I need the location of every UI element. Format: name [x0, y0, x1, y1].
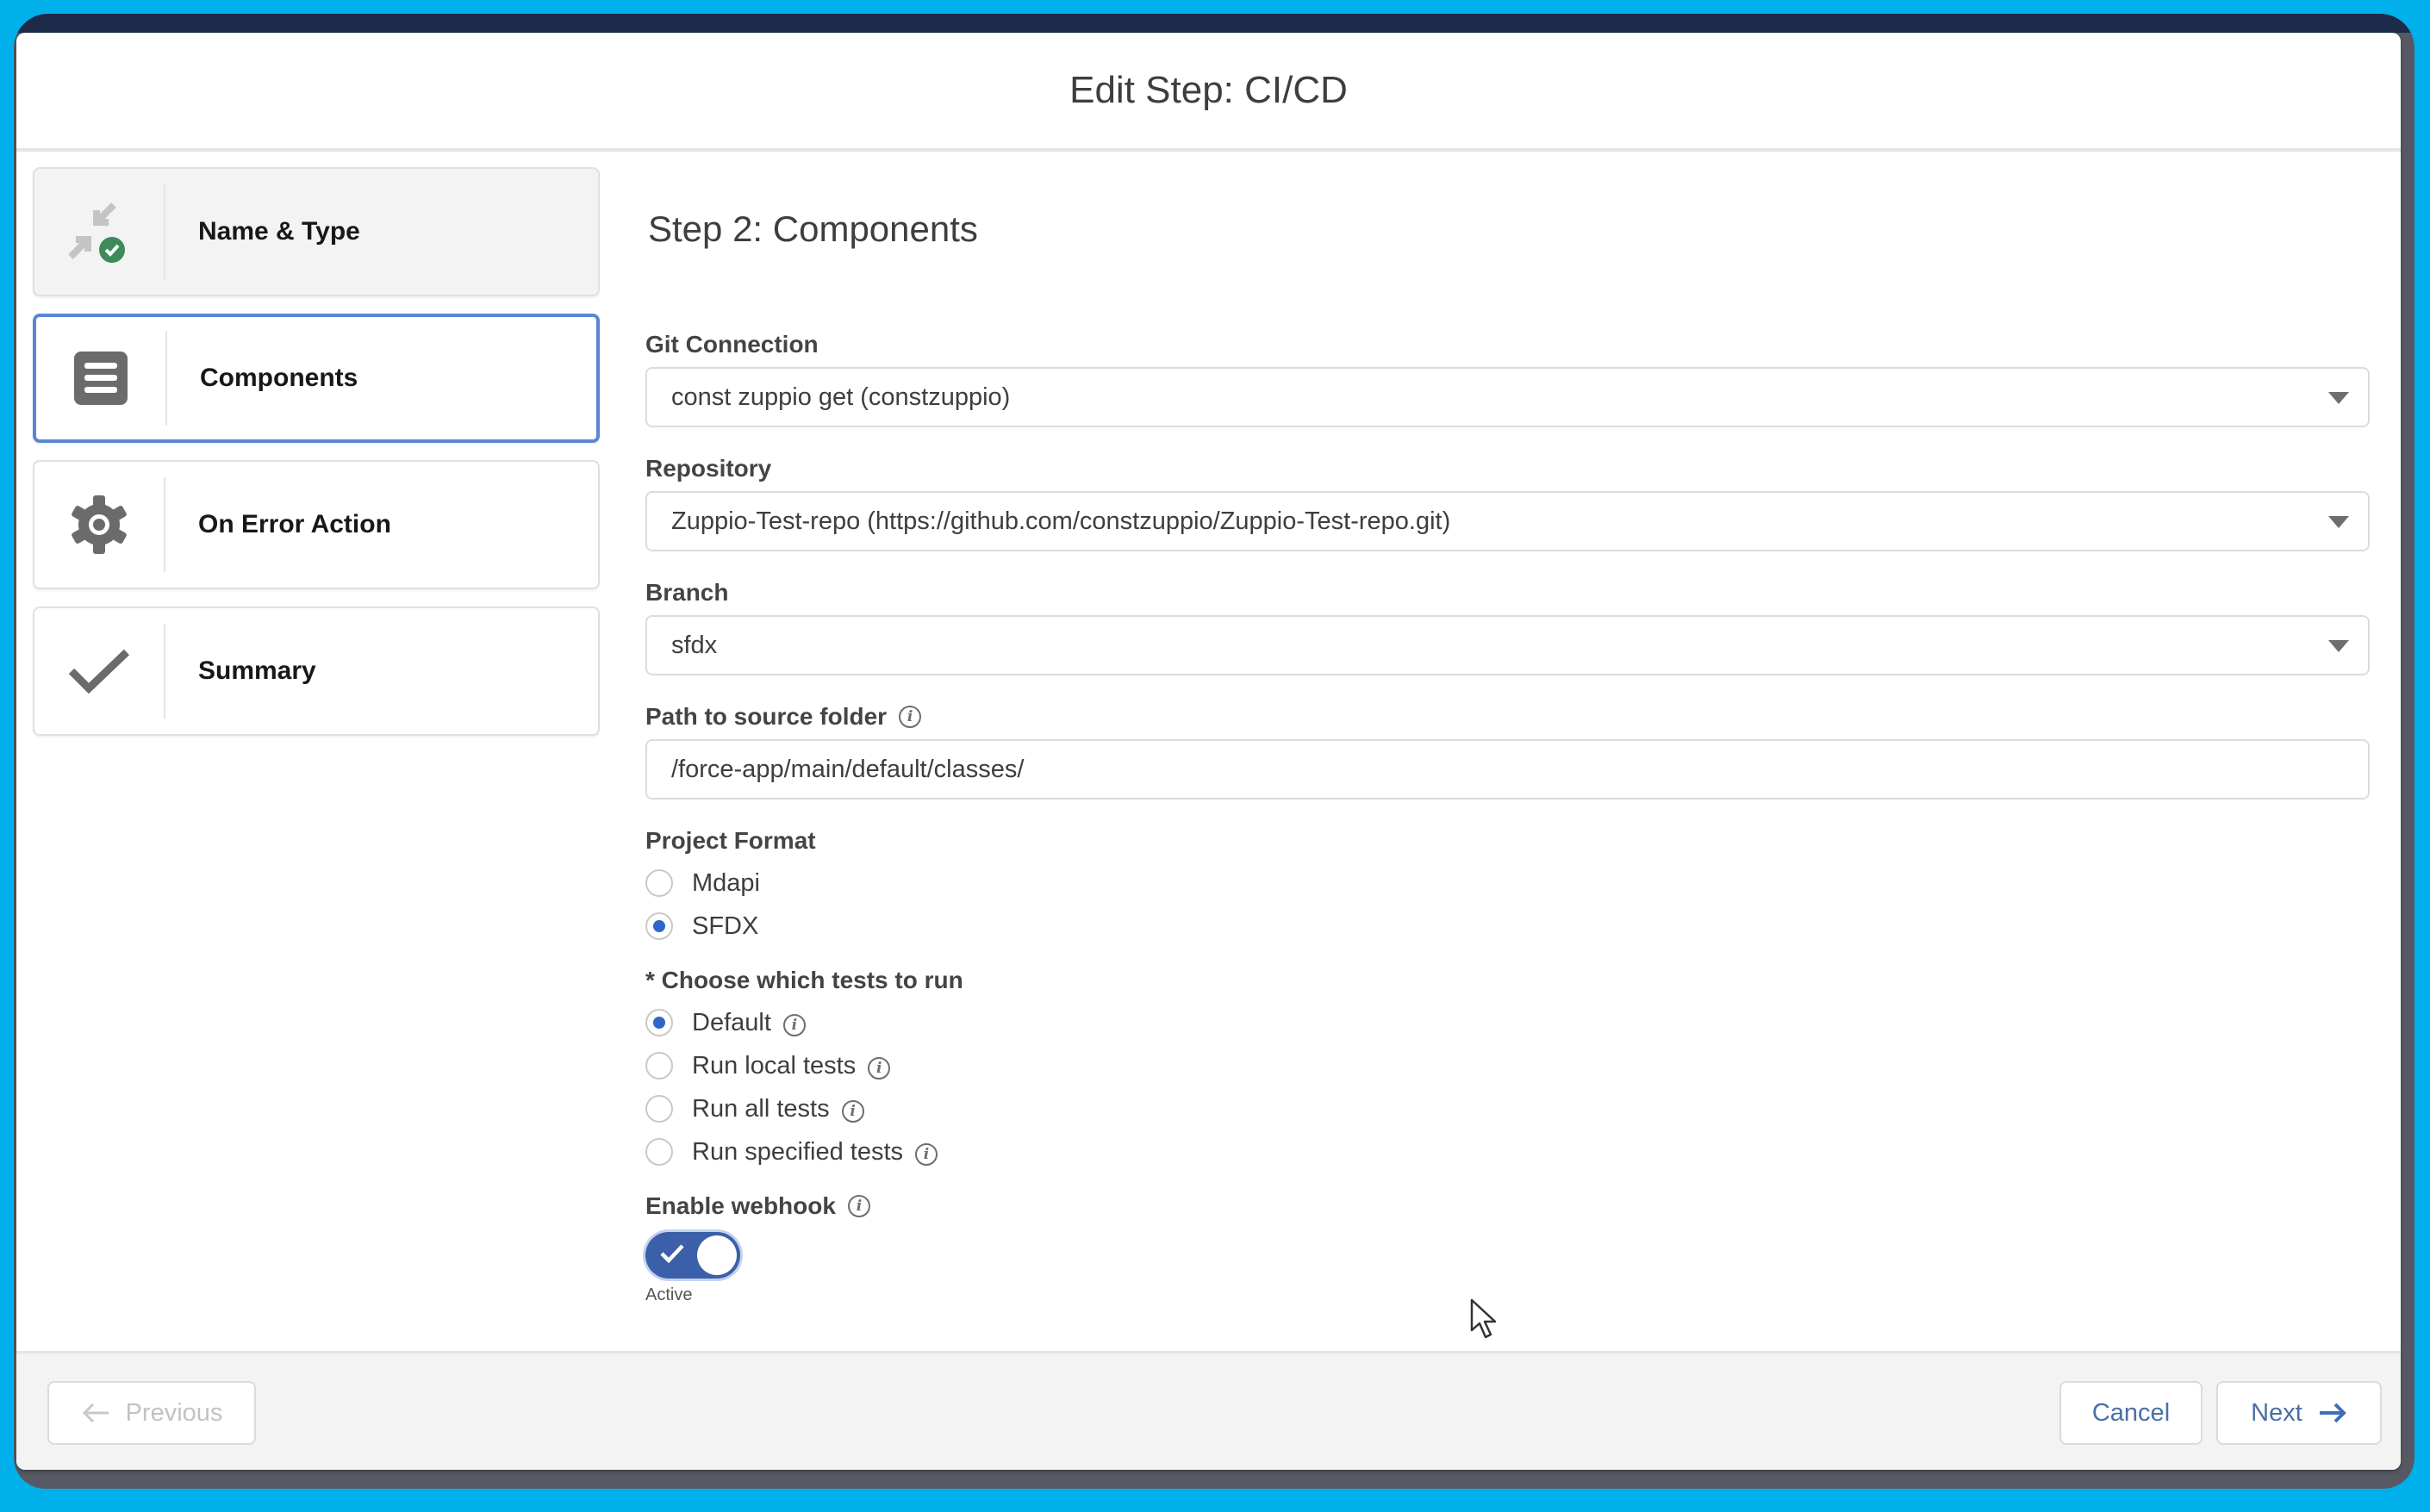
radio-button[interactable]: [645, 1095, 673, 1123]
step-on-error-action[interactable]: On Error Action: [33, 460, 600, 589]
branch-select[interactable]: sfdx: [645, 615, 2370, 675]
step-summary[interactable]: Summary: [33, 607, 600, 736]
toggle-status-caption: Active: [645, 1285, 693, 1304]
screen-frame: Edit Step: CI/CD Name & Type Components …: [12, 12, 2416, 1501]
previous-label: Previous: [125, 1398, 223, 1427]
path-input[interactable]: /force-app/main/default/classes/: [645, 739, 2370, 800]
edit-step-modal: Edit Step: CI/CD Name & Type Components …: [16, 33, 2401, 1470]
toggle-knob: [697, 1235, 737, 1275]
step-label: Components: [200, 364, 358, 392]
radio-option-run-all-tests[interactable]: Run all tests i: [645, 1087, 2370, 1130]
webhook-toggle[interactable]: [645, 1232, 740, 1279]
path-value: /force-app/main/default/classes/: [671, 755, 1025, 783]
path-label-text: Path to source folder: [645, 703, 888, 730]
radio-button[interactable]: [645, 1052, 673, 1080]
branch-field: Branch sfdx: [645, 579, 2370, 675]
radio-button[interactable]: [645, 869, 673, 897]
radio-option-run-local-tests[interactable]: Run local tests i: [645, 1044, 2370, 1087]
git-connection-select[interactable]: const zuppio get (constzuppio): [645, 367, 2370, 427]
modal-footer: Previous Cancel Next: [16, 1351, 2401, 1470]
radio-option-sfdx[interactable]: SFDX: [645, 905, 2370, 948]
components-form: Step 2: Components Git Connection const …: [645, 167, 2370, 1333]
checkmark-icon: [34, 608, 164, 734]
tests-label: * Choose which tests to run: [645, 967, 963, 993]
git-connection-value: const zuppio get (constzuppio): [671, 383, 1011, 411]
project-format-label: Project Format: [645, 827, 816, 854]
compress-arrows-icon: [34, 169, 164, 295]
radio-button[interactable]: [645, 912, 673, 940]
step-label: Name & Type: [198, 217, 360, 246]
gear-icon: [34, 462, 164, 588]
chevron-down-icon: [2328, 392, 2349, 404]
webhook-field: Enable webhook i Active: [645, 1192, 2370, 1305]
mouse-cursor-icon: [1470, 1298, 1497, 1339]
repository-value: Zuppio-Test-repo (https://github.com/con…: [671, 507, 1451, 535]
step-title: Step 2: Components: [648, 208, 978, 249]
radio-label: SFDX: [692, 912, 759, 940]
radio-button[interactable]: [645, 1138, 673, 1166]
radio-button[interactable]: [645, 1009, 673, 1036]
repository-select[interactable]: Zuppio-Test-repo (https://github.com/con…: [645, 491, 2370, 551]
info-icon[interactable]: i: [899, 706, 922, 728]
radio-option-run-specified-tests[interactable]: Run specified tests i: [645, 1130, 2370, 1173]
next-label: Next: [2251, 1398, 2302, 1427]
step-divider: [165, 331, 167, 426]
step-name-and-type[interactable]: Name & Type: [33, 167, 600, 296]
radio-option-default[interactable]: Default i: [645, 1001, 2370, 1044]
wizard-steps: Name & Type Components On Error Action S…: [33, 167, 600, 753]
chevron-down-icon: [2328, 640, 2349, 652]
cancel-button[interactable]: Cancel: [2059, 1381, 2203, 1445]
info-icon[interactable]: i: [915, 1143, 938, 1166]
step-divider: [164, 184, 165, 279]
radio-option-mdapi[interactable]: Mdapi: [645, 862, 2370, 905]
success-check-badge-icon: [99, 237, 125, 263]
branch-label: Branch: [645, 579, 729, 606]
git-connection-field: Git Connection const zuppio get (constzu…: [645, 331, 2370, 427]
next-button[interactable]: Next: [2216, 1381, 2382, 1445]
project-format-field: Project Format Mdapi SFDX: [645, 827, 2370, 948]
info-icon[interactable]: i: [868, 1057, 891, 1080]
radio-label: Run local tests: [692, 1051, 857, 1080]
radio-label: Run all tests: [692, 1094, 830, 1123]
webhook-label: Enable webhook i: [645, 1192, 2370, 1220]
step-components[interactable]: Components: [33, 314, 600, 443]
arrow-left-icon: [82, 1403, 109, 1423]
check-icon: [660, 1244, 684, 1264]
chevron-down-icon: [2328, 516, 2349, 528]
info-icon[interactable]: i: [847, 1195, 870, 1217]
radio-label: Run specified tests: [692, 1137, 904, 1166]
radio-label: Mdapi: [692, 868, 760, 897]
step-divider: [164, 624, 165, 719]
cancel-label: Cancel: [2091, 1398, 2171, 1427]
list-document-icon: [36, 317, 165, 439]
modal-header: Edit Step: CI/CD: [16, 33, 2401, 152]
backdrop: Edit Step: CI/CD Name & Type Components …: [14, 14, 2414, 1489]
step-label: Summary: [198, 656, 316, 685]
previous-button[interactable]: Previous: [47, 1381, 256, 1445]
repository-field: Repository Zuppio-Test-repo (https://git…: [645, 455, 2370, 551]
arrow-right-icon: [2319, 1403, 2346, 1423]
info-icon[interactable]: i: [782, 1014, 806, 1036]
path-field: Path to source folder i /force-app/main/…: [645, 703, 2370, 800]
info-icon[interactable]: i: [841, 1100, 864, 1123]
path-label: Path to source folder i: [645, 703, 2370, 731]
webhook-label-text: Enable webhook: [645, 1192, 836, 1219]
repository-label: Repository: [645, 455, 772, 482]
step-label: On Error Action: [198, 510, 391, 538]
branch-value: sfdx: [671, 631, 718, 659]
modal-title: Edit Step: CI/CD: [1069, 69, 1348, 111]
tests-field: * Choose which tests to run Default i Ru…: [645, 967, 2370, 1173]
backdrop-top-bar: [14, 14, 2414, 33]
git-connection-label: Git Connection: [645, 331, 819, 358]
step-divider: [164, 477, 165, 572]
radio-label: Default: [692, 1008, 771, 1036]
